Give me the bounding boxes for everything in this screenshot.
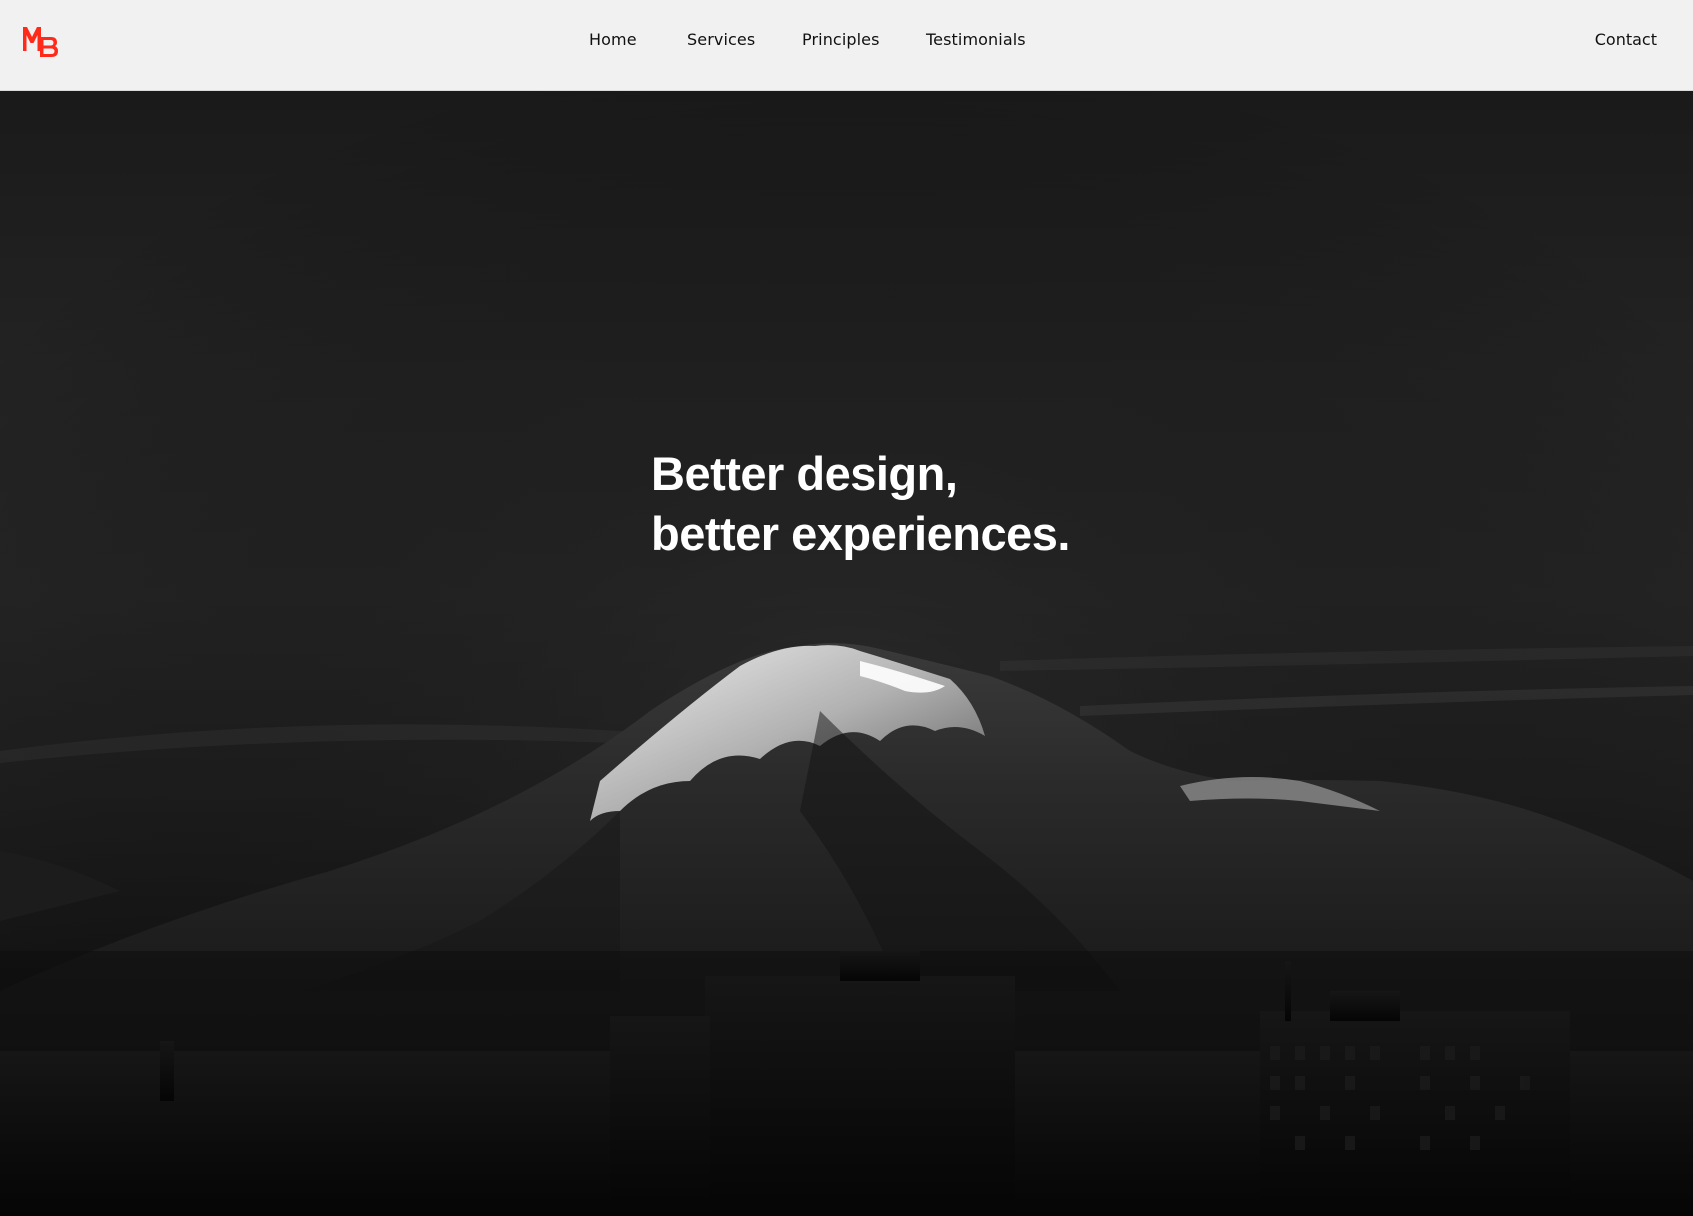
site-header: Home Services Principles Testimonials Co… (0, 0, 1693, 91)
nav-testimonials-link[interactable]: Testimonials (926, 30, 1026, 49)
contact-link[interactable]: Contact (1595, 30, 1657, 49)
main-nav: Home Services Principles Testimonials (0, 30, 1693, 54)
hero-headline-line-1: Better design, (651, 447, 958, 500)
hero-section: Better design, better experiences. (0, 91, 1693, 1216)
hero-headline: Better design, better experiences. (651, 444, 1070, 564)
page: Home Services Principles Testimonials Co… (0, 0, 1693, 1216)
hero-headline-line-2: better experiences. (651, 507, 1070, 560)
nav-principles-link[interactable]: Principles (802, 30, 880, 49)
nav-services-link[interactable]: Services (687, 30, 755, 49)
nav-home-link[interactable]: Home (589, 30, 637, 49)
mountain-hero-image (0, 91, 1693, 1216)
